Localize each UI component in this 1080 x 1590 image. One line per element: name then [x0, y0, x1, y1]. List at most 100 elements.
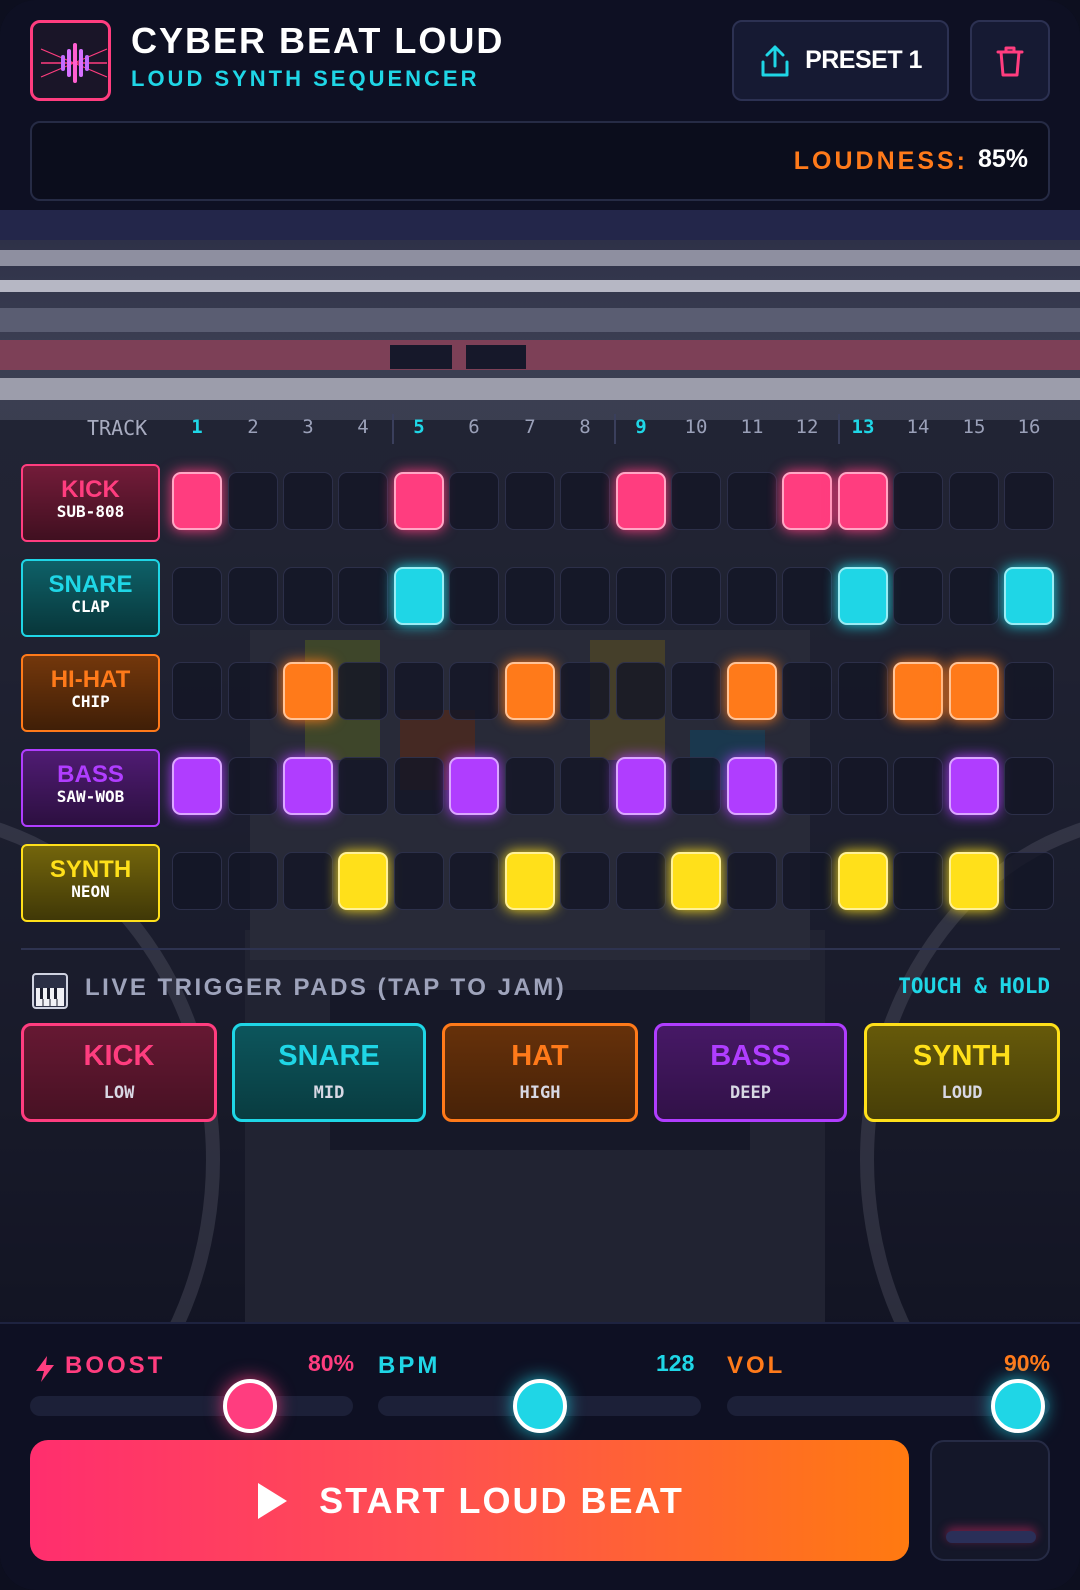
step-cell[interactable]: [893, 472, 943, 530]
track-label-hi-hat[interactable]: HI-HAT CHIP: [21, 654, 160, 732]
step-cell[interactable]: [671, 472, 721, 530]
boost-slider[interactable]: [30, 1396, 353, 1416]
step-cell[interactable]: [338, 662, 388, 720]
step-cell[interactable]: [782, 472, 832, 530]
step-cell[interactable]: [838, 567, 888, 625]
step-cell[interactable]: [727, 567, 777, 625]
step-cell[interactable]: [560, 567, 610, 625]
step-cell[interactable]: [228, 852, 278, 910]
step-cell[interactable]: [671, 852, 721, 910]
step-cell[interactable]: [949, 852, 999, 910]
step-cell[interactable]: [782, 757, 832, 815]
step-cell[interactable]: [560, 662, 610, 720]
step-cell[interactable]: [449, 757, 499, 815]
step-cell[interactable]: [782, 662, 832, 720]
bpm-slider-knob[interactable]: [512, 1379, 567, 1433]
pad-synth[interactable]: SYNTH LOUD: [864, 1023, 1060, 1122]
step-cell[interactable]: [893, 852, 943, 910]
step-cell[interactable]: [1004, 852, 1054, 910]
track-label-bass[interactable]: BASS SAW-WOB: [21, 749, 160, 827]
step-cell[interactable]: [782, 852, 832, 910]
pad-snare[interactable]: SNARE MID: [232, 1023, 426, 1122]
step-cell[interactable]: [949, 662, 999, 720]
step-cell[interactable]: [616, 757, 666, 815]
step-cell[interactable]: [228, 757, 278, 815]
step-cell[interactable]: [949, 757, 999, 815]
section-divider: [21, 948, 1060, 950]
track-label-synth[interactable]: SYNTH NEON: [21, 844, 160, 922]
step-cell[interactable]: [338, 852, 388, 910]
step-cell[interactable]: [394, 852, 444, 910]
step-number: 8: [579, 416, 591, 438]
step-cell[interactable]: [505, 662, 555, 720]
pad-kick[interactable]: KICK LOW: [21, 1023, 217, 1122]
step-cell[interactable]: [1004, 472, 1054, 530]
step-cell[interactable]: [1004, 567, 1054, 625]
step-cell[interactable]: [1004, 662, 1054, 720]
step-cell[interactable]: [838, 662, 888, 720]
step-cell[interactable]: [172, 567, 222, 625]
step-cell[interactable]: [283, 757, 333, 815]
step-cell[interactable]: [338, 472, 388, 530]
step-cell[interactable]: [838, 757, 888, 815]
step-cell[interactable]: [727, 472, 777, 530]
step-cell[interactable]: [172, 472, 222, 530]
step-cell[interactable]: [560, 852, 610, 910]
step-cell[interactable]: [228, 472, 278, 530]
step-cell[interactable]: [560, 757, 610, 815]
step-cell[interactable]: [283, 662, 333, 720]
preset-button[interactable]: PRESET 1: [732, 20, 949, 101]
step-cell[interactable]: [838, 472, 888, 530]
vol-slider-knob[interactable]: [990, 1379, 1045, 1433]
step-cell[interactable]: [671, 567, 721, 625]
step-cell[interactable]: [949, 472, 999, 530]
step-cell[interactable]: [449, 472, 499, 530]
step-cell[interactable]: [727, 757, 777, 815]
step-cell[interactable]: [394, 757, 444, 815]
step-cell[interactable]: [172, 852, 222, 910]
step-cell[interactable]: [228, 567, 278, 625]
step-cell[interactable]: [172, 662, 222, 720]
track-label-snare[interactable]: SNARE CLAP: [21, 559, 160, 637]
step-cell[interactable]: [671, 757, 721, 815]
step-cell[interactable]: [893, 757, 943, 815]
step-cell[interactable]: [1004, 757, 1054, 815]
step-cell[interactable]: [449, 662, 499, 720]
record-button[interactable]: [930, 1440, 1050, 1561]
step-cell[interactable]: [893, 567, 943, 625]
step-cell[interactable]: [616, 662, 666, 720]
step-cell[interactable]: [505, 757, 555, 815]
step-cell[interactable]: [782, 567, 832, 625]
step-cell[interactable]: [671, 662, 721, 720]
delete-button[interactable]: [970, 20, 1050, 101]
step-cell[interactable]: [727, 852, 777, 910]
step-cell[interactable]: [893, 662, 943, 720]
step-cell[interactable]: [727, 662, 777, 720]
step-cell[interactable]: [616, 567, 666, 625]
step-cell[interactable]: [172, 757, 222, 815]
step-cell[interactable]: [449, 567, 499, 625]
step-cell[interactable]: [949, 567, 999, 625]
step-cell[interactable]: [283, 567, 333, 625]
step-cell[interactable]: [505, 567, 555, 625]
boost-slider-knob[interactable]: [222, 1379, 277, 1433]
step-cell[interactable]: [394, 567, 444, 625]
step-cell[interactable]: [560, 472, 610, 530]
step-cell[interactable]: [283, 852, 333, 910]
step-cell[interactable]: [838, 852, 888, 910]
step-cell[interactable]: [394, 472, 444, 530]
step-cell[interactable]: [505, 472, 555, 530]
track-label-kick[interactable]: KICK SUB-808: [21, 464, 160, 542]
start-button[interactable]: START LOUD BEAT: [30, 1440, 909, 1561]
step-cell[interactable]: [338, 757, 388, 815]
step-cell[interactable]: [228, 662, 278, 720]
step-cell[interactable]: [505, 852, 555, 910]
step-cell[interactable]: [616, 852, 666, 910]
step-cell[interactable]: [338, 567, 388, 625]
step-cell[interactable]: [449, 852, 499, 910]
step-cell[interactable]: [283, 472, 333, 530]
step-cell[interactable]: [616, 472, 666, 530]
pad-bass[interactable]: BASS DEEP: [654, 1023, 847, 1122]
pad-hat[interactable]: HAT HIGH: [442, 1023, 638, 1122]
step-cell[interactable]: [394, 662, 444, 720]
